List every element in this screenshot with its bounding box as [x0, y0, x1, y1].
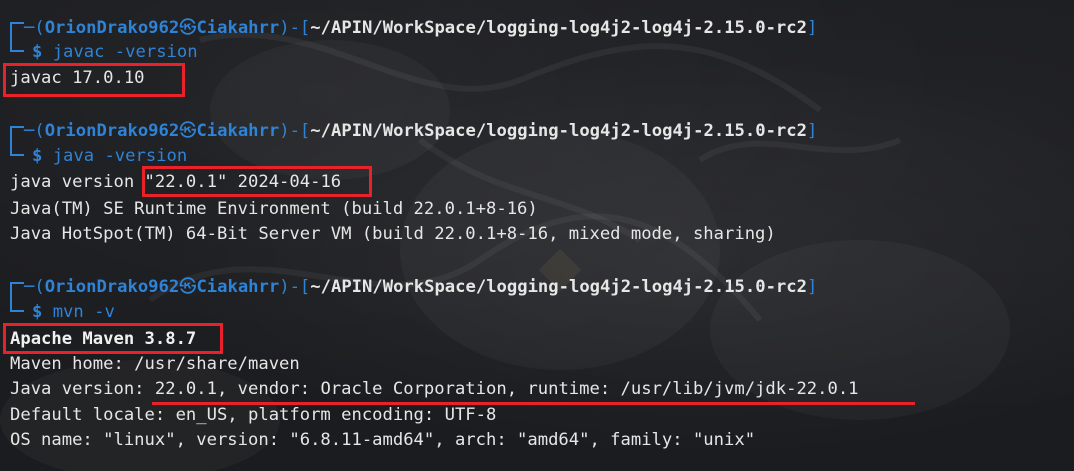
- maven-java-prefix: Java version:: [10, 379, 145, 399]
- dollar-sign: $: [32, 302, 53, 322]
- prompt-end: ]: [806, 121, 818, 141]
- prompt-path: ~/APIN/WorkSpace/logging-log4j2-log4j-2.…: [310, 18, 807, 38]
- command-name: mvn: [52, 302, 84, 322]
- skull-icon: ㉿: [179, 18, 197, 38]
- prompt-close: )-[: [279, 121, 311, 141]
- prompt-line: ─(OrionDrako962㉿Ciakahrr)-[~/APIN/WorkSp…: [24, 119, 817, 144]
- prompt-host: Ciakahrr: [196, 18, 280, 38]
- maven-java-details: 22.0.1, vendor: Oracle Corporation, runt…: [144, 379, 859, 399]
- prompt-corner-bottom: [10, 292, 24, 312]
- prompt-line: ─(OrionDrako962㉿Ciakahrr)-[~/APIN/WorkSp…: [24, 16, 817, 41]
- command-line[interactable]: $ mvn -v: [32, 300, 115, 325]
- prompt-open: ─(: [24, 121, 45, 141]
- terminal-window[interactable]: ─(OrionDrako962㉿Ciakahrr)-[~/APIN/WorkSp…: [0, 0, 1074, 471]
- java-version-prefix: java version: [10, 172, 145, 192]
- command-argument: -v: [83, 302, 115, 322]
- prompt-line: ─(OrionDrako962㉿Ciakahrr)-[~/APIN/WorkSp…: [24, 275, 817, 300]
- prompt-user: OrionDrako962: [44, 18, 180, 38]
- command-name: javac: [52, 42, 105, 62]
- command-name: java: [52, 146, 95, 166]
- prompt-end: ]: [806, 18, 818, 38]
- command-line[interactable]: $ javac -version: [32, 40, 198, 65]
- prompt-host: Ciakahrr: [196, 121, 280, 141]
- highlight-box-javac: [3, 63, 185, 97]
- prompt-close: )-[: [279, 277, 311, 297]
- command-argument: -version: [94, 146, 188, 166]
- output-line: Maven home: /usr/share/maven: [10, 354, 300, 374]
- output-line: OS name: "linux", version: "6.8.11-amd64…: [10, 430, 756, 450]
- prompt-path: ~/APIN/WorkSpace/logging-log4j2-log4j-2.…: [310, 277, 807, 297]
- output-line: Java HotSpot(TM) 64-Bit Server VM (build…: [10, 224, 776, 244]
- output-line: Java version: 22.0.1, vendor: Oracle Cor…: [10, 377, 859, 402]
- output-line: Java(TM) SE Runtime Environment (build 2…: [10, 199, 538, 219]
- command-argument: -version: [104, 42, 198, 62]
- prompt-user: OrionDrako962: [44, 121, 180, 141]
- prompt-open: ─(: [24, 18, 45, 38]
- prompt-corner-bottom: [10, 136, 24, 156]
- prompt-open: ─(: [24, 277, 45, 297]
- dollar-sign: $: [32, 42, 53, 62]
- prompt-corner-bottom: [10, 32, 24, 52]
- prompt-host: Ciakahrr: [196, 277, 280, 297]
- prompt-end: ]: [806, 277, 818, 297]
- highlight-box-java-version: [142, 166, 372, 197]
- highlight-box-maven: [3, 323, 223, 354]
- prompt-path: ~/APIN/WorkSpace/logging-log4j2-log4j-2.…: [310, 121, 807, 141]
- output-line: Default locale: en_US, platform encoding…: [10, 405, 497, 425]
- prompt-close: )-[: [279, 18, 311, 38]
- prompt-user: OrionDrako962: [44, 277, 180, 297]
- dollar-sign: $: [32, 146, 53, 166]
- skull-icon: ㉿: [179, 277, 197, 297]
- skull-icon: ㉿: [179, 121, 197, 141]
